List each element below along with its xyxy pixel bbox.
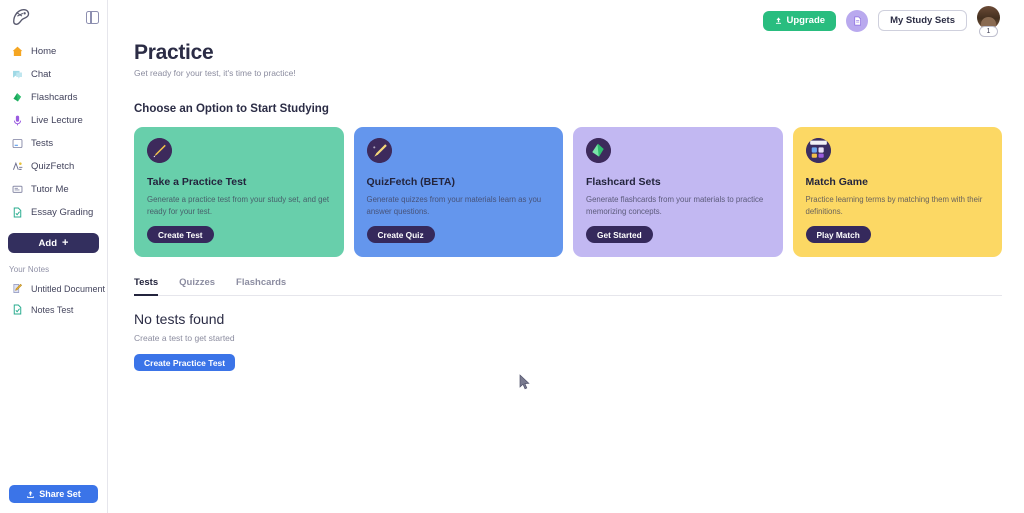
sidebar-item-label: Chat [31,69,52,80]
sidebar-nav: Home Chat Flashcards Live Lecture Tests … [0,34,107,224]
quizfetch-icon [12,161,23,170]
add-button[interactable]: Add + [8,233,99,253]
card-quizfetch[interactable]: QuizFetch (BETA) Generate quizzes from y… [353,127,563,258]
content-tabs: Tests Quizzes Flashcards [134,277,1002,297]
topbar: Upgrade My Study Sets 1 [108,0,1024,41]
app-logo[interactable] [10,7,32,27]
note-item-untitled-document[interactable]: Untitled Document [0,278,107,299]
create-test-button[interactable]: Create Test [147,226,214,244]
card-description: Generate flashcards from your materials … [586,195,764,216]
app-root: Home Chat Flashcards Live Lecture Tests … [0,0,1024,513]
upload-icon [775,17,781,24]
sidebar-header [0,0,107,34]
sidebar-item-quizfetch[interactable]: QuizFetch [0,155,107,178]
note-item-notes-test[interactable]: Notes Test [0,299,107,320]
plus-icon: + [62,236,69,249]
page-content: Practice Get ready for your test, it's t… [108,41,1024,372]
share-set-label: Share Set [39,489,81,499]
upgrade-button[interactable]: Upgrade [762,10,837,31]
cards-badge-icon [586,138,611,164]
card-description: Practice learning terms by matching them… [805,195,983,216]
main-area: Upgrade My Study Sets 1 Practice Get rea… [108,0,1024,513]
tab-flashcards[interactable]: Flashcards [236,277,286,296]
empty-state-subtitle: Create a test to get started [134,333,235,344]
flashcards-icon [13,93,22,102]
note-item-label: Notes Test [31,304,74,315]
note-item-label: Untitled Document [31,283,106,294]
sidebar-item-chat[interactable]: Chat [0,63,107,86]
match-badge-icon [805,138,831,164]
sidebar: Home Chat Flashcards Live Lecture Tests … [0,0,108,513]
card-description: Generate a practice test from your study… [147,195,330,216]
card-title: Flashcard Sets [586,176,661,189]
avatar-badge: 1 [979,25,998,37]
add-button-label: Add [38,237,58,249]
mouse-cursor [519,374,530,390]
card-flashcard-sets[interactable]: Flashcard Sets Generate flashcards from … [573,127,783,258]
note-pencil-icon [13,283,23,293]
note-check-icon [13,304,22,315]
play-match-button[interactable]: Play Match [805,226,871,244]
page-title: Practice [134,41,214,64]
avatar-menu[interactable]: 1 [977,5,1002,37]
pencil-badge-icon [147,138,172,164]
sidebar-item-label: Tutor Me [31,184,69,195]
panel-toggle-icon[interactable] [86,10,99,24]
card-button-label: Get Started [597,229,642,240]
sidebar-item-essay-grading[interactable]: Essay Grading [0,201,107,224]
sidebar-item-label: QuizFetch [31,161,75,172]
sidebar-item-live-lecture[interactable]: Live Lecture [0,109,107,132]
sidebar-item-flashcards[interactable]: Flashcards [0,86,107,109]
create-practice-test-label: Create Practice Test [144,357,226,368]
sidebar-item-tutor-me[interactable]: Tutor Me [0,178,107,201]
sidebar-item-home[interactable]: Home [0,40,107,63]
home-icon [12,46,23,56]
microphone-icon [13,115,22,126]
get-started-button[interactable]: Get Started [586,226,653,244]
card-title: Match Game [805,176,868,189]
section-title: Choose an Option to Start Studying [134,103,329,116]
card-practice-test[interactable]: Take a Practice Test Generate a practice… [134,127,344,258]
sidebar-item-label: Tests [31,138,54,149]
card-match-game[interactable]: Match Game Practice learning terms by ma… [792,127,1002,258]
my-study-sets-label: My Study Sets [890,15,955,26]
card-description: Generate quizzes from your materials lea… [366,195,542,216]
my-study-sets-button[interactable]: My Study Sets [878,10,967,31]
share-set-button[interactable]: Share Set [9,485,98,503]
sidebar-item-label: Flashcards [31,92,78,103]
chat-icon [13,70,22,79]
document-button[interactable] [846,9,869,32]
card-title: QuizFetch (BETA) [366,176,455,189]
empty-state-title: No tests found [134,311,225,328]
tutor-icon [12,185,23,193]
tab-quizzes[interactable]: Quizzes [179,277,215,296]
essay-grading-icon [13,207,22,218]
create-practice-test-button[interactable]: Create Practice Test [134,354,236,372]
option-cards: Take a Practice Test Generate a practice… [134,127,1002,258]
your-notes-heading: Your Notes [9,265,50,274]
quiz-badge-icon [366,138,392,164]
card-button-label: Create Quiz [377,229,424,240]
card-button-label: Create Test [158,229,203,240]
sidebar-item-label: Home [31,46,57,57]
sidebar-item-label: Essay Grading [31,207,94,218]
document-icon [853,15,861,26]
tests-icon [12,138,23,149]
tab-tests[interactable]: Tests [134,277,159,297]
page-subtitle: Get ready for your test, it's time to pr… [134,68,296,79]
sidebar-item-tests[interactable]: Tests [0,132,107,155]
create-quiz-button[interactable]: Create Quiz [366,226,435,244]
upgrade-label: Upgrade [786,15,826,26]
card-title: Take a Practice Test [147,176,247,189]
card-button-label: Play Match [816,229,860,240]
sidebar-item-label: Live Lecture [31,115,83,126]
share-icon [27,490,34,498]
